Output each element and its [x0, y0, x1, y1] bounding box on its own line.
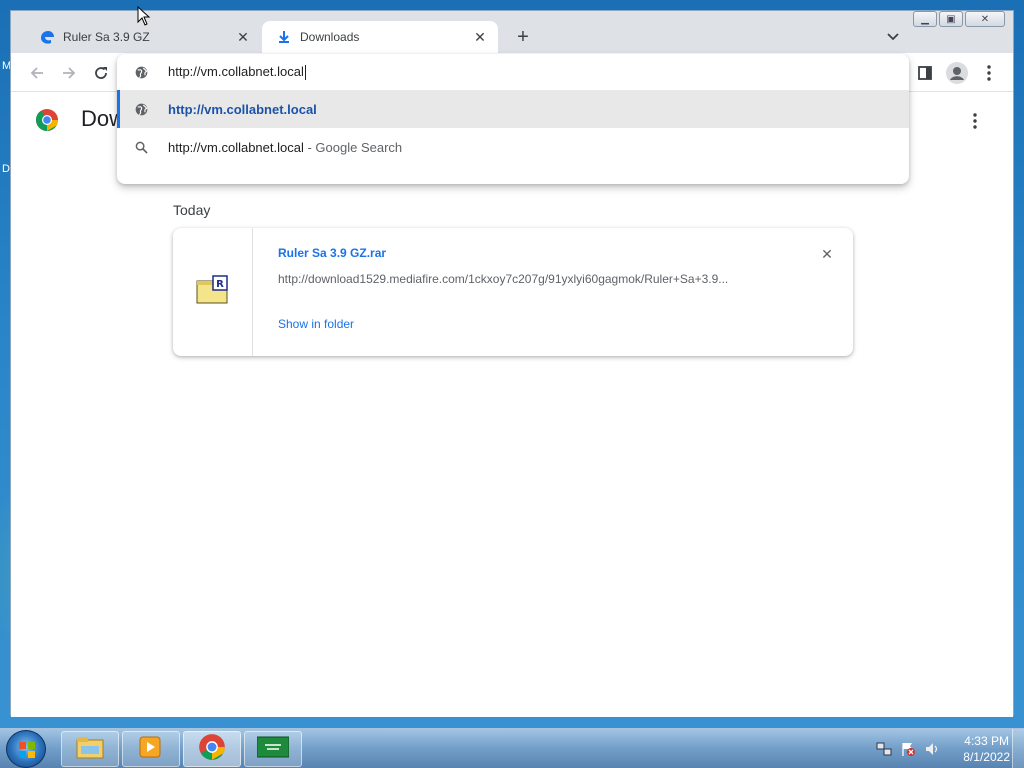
mouse-cursor-icon: [137, 5, 151, 26]
file-icon-column: R: [173, 228, 253, 356]
search-icon: [133, 139, 149, 155]
edge-style-icon: [39, 29, 55, 45]
reload-icon[interactable]: [89, 61, 113, 85]
action-center-flag-icon[interactable]: [899, 740, 917, 758]
download-item-card: R Ruler Sa 3.9 GZ.rar http://download152…: [173, 228, 853, 356]
close-icon[interactable]: ✕: [231, 25, 255, 49]
minimize-button[interactable]: ▁: [913, 11, 937, 27]
clock-date: 8/1/2022: [963, 750, 1010, 764]
download-file-name[interactable]: Ruler Sa 3.9 GZ.rar: [278, 246, 386, 260]
tab-title: Downloads: [300, 30, 360, 44]
volume-icon[interactable]: [923, 740, 941, 758]
side-panel-icon[interactable]: [913, 61, 937, 85]
chrome-icon: [198, 733, 226, 766]
new-tab-button[interactable]: +: [511, 25, 535, 49]
forward-arrow-icon[interactable]: [57, 61, 81, 85]
browser-window: Ruler Sa 3.9 GZ ✕ Downloads ✕ + ▁ ▣ ✕ Do…: [10, 10, 1014, 717]
svg-text:R: R: [216, 279, 224, 290]
tab-title: Ruler Sa 3.9 GZ: [63, 30, 150, 44]
omnibox-dropdown: http://vm.collabnet.local http://vm.coll…: [117, 54, 909, 184]
clock[interactable]: 4:33 PM 8/1/2022: [963, 733, 1010, 765]
taskbar-app[interactable]: [244, 731, 302, 767]
address-input[interactable]: http://vm.collabnet.local: [168, 64, 306, 81]
taskbar-explorer[interactable]: [61, 731, 119, 767]
show-desktop-button[interactable]: [1012, 729, 1024, 768]
network-icon[interactable]: [875, 740, 893, 758]
globe-icon: [133, 101, 149, 117]
more-vert-icon[interactable]: [963, 109, 987, 133]
globe-icon: [133, 64, 149, 80]
suggestion-item[interactable]: http://vm.collabnet.local - Google Searc…: [117, 128, 909, 166]
maximize-button[interactable]: ▣: [939, 11, 963, 27]
profile-avatar-icon[interactable]: [945, 61, 969, 85]
rar-archive-icon: R: [196, 274, 230, 310]
taskbar-media-player[interactable]: [122, 731, 180, 767]
suggestion-description: - Google Search: [307, 139, 403, 155]
close-icon[interactable]: ✕: [817, 244, 837, 264]
downloads-page: Dow Today R Ruler Sa 3.9 GZ.rar http://d…: [11, 91, 1013, 717]
suggestion-text: http://vm.collabnet.local - Google Searc…: [168, 139, 403, 155]
taskbar: 4:33 PM 8/1/2022: [0, 728, 1024, 768]
desktop-icon-label[interactable]: D: [2, 163, 10, 175]
media-player-icon: [138, 734, 164, 765]
window-controls: ▁ ▣ ✕: [913, 11, 1005, 27]
tab-strip: Ruler Sa 3.9 GZ ✕ Downloads ✕ + ▁ ▣ ✕: [11, 11, 1013, 53]
system-tray: 4:33 PM 8/1/2022: [875, 729, 1016, 768]
suggestion-item[interactable]: http://vm.collabnet.local: [117, 90, 909, 128]
download-source-url: http://download1529.mediafire.com/1ckxoy…: [278, 272, 729, 286]
address-bar[interactable]: http://vm.collabnet.local: [117, 54, 909, 90]
chrome-logo-icon: [35, 108, 59, 132]
close-window-button[interactable]: ✕: [965, 11, 1005, 27]
back-arrow-icon[interactable]: [25, 61, 49, 85]
show-in-folder-link[interactable]: Show in folder: [278, 317, 354, 331]
download-icon: [276, 29, 292, 45]
section-heading: Today: [173, 202, 211, 218]
windows-explorer-icon: [75, 734, 105, 765]
close-icon[interactable]: ✕: [468, 25, 492, 49]
start-button[interactable]: [6, 730, 46, 768]
taskbar-chrome[interactable]: [183, 731, 241, 767]
chevron-down-icon[interactable]: [883, 27, 903, 47]
clock-time: 4:33 PM: [964, 734, 1009, 748]
app-flag-icon: [256, 735, 290, 764]
tab-downloads[interactable]: Downloads ✕: [262, 21, 498, 53]
more-vert-icon[interactable]: [977, 61, 1001, 85]
suggestion-text: http://vm.collabnet.local: [168, 101, 317, 117]
